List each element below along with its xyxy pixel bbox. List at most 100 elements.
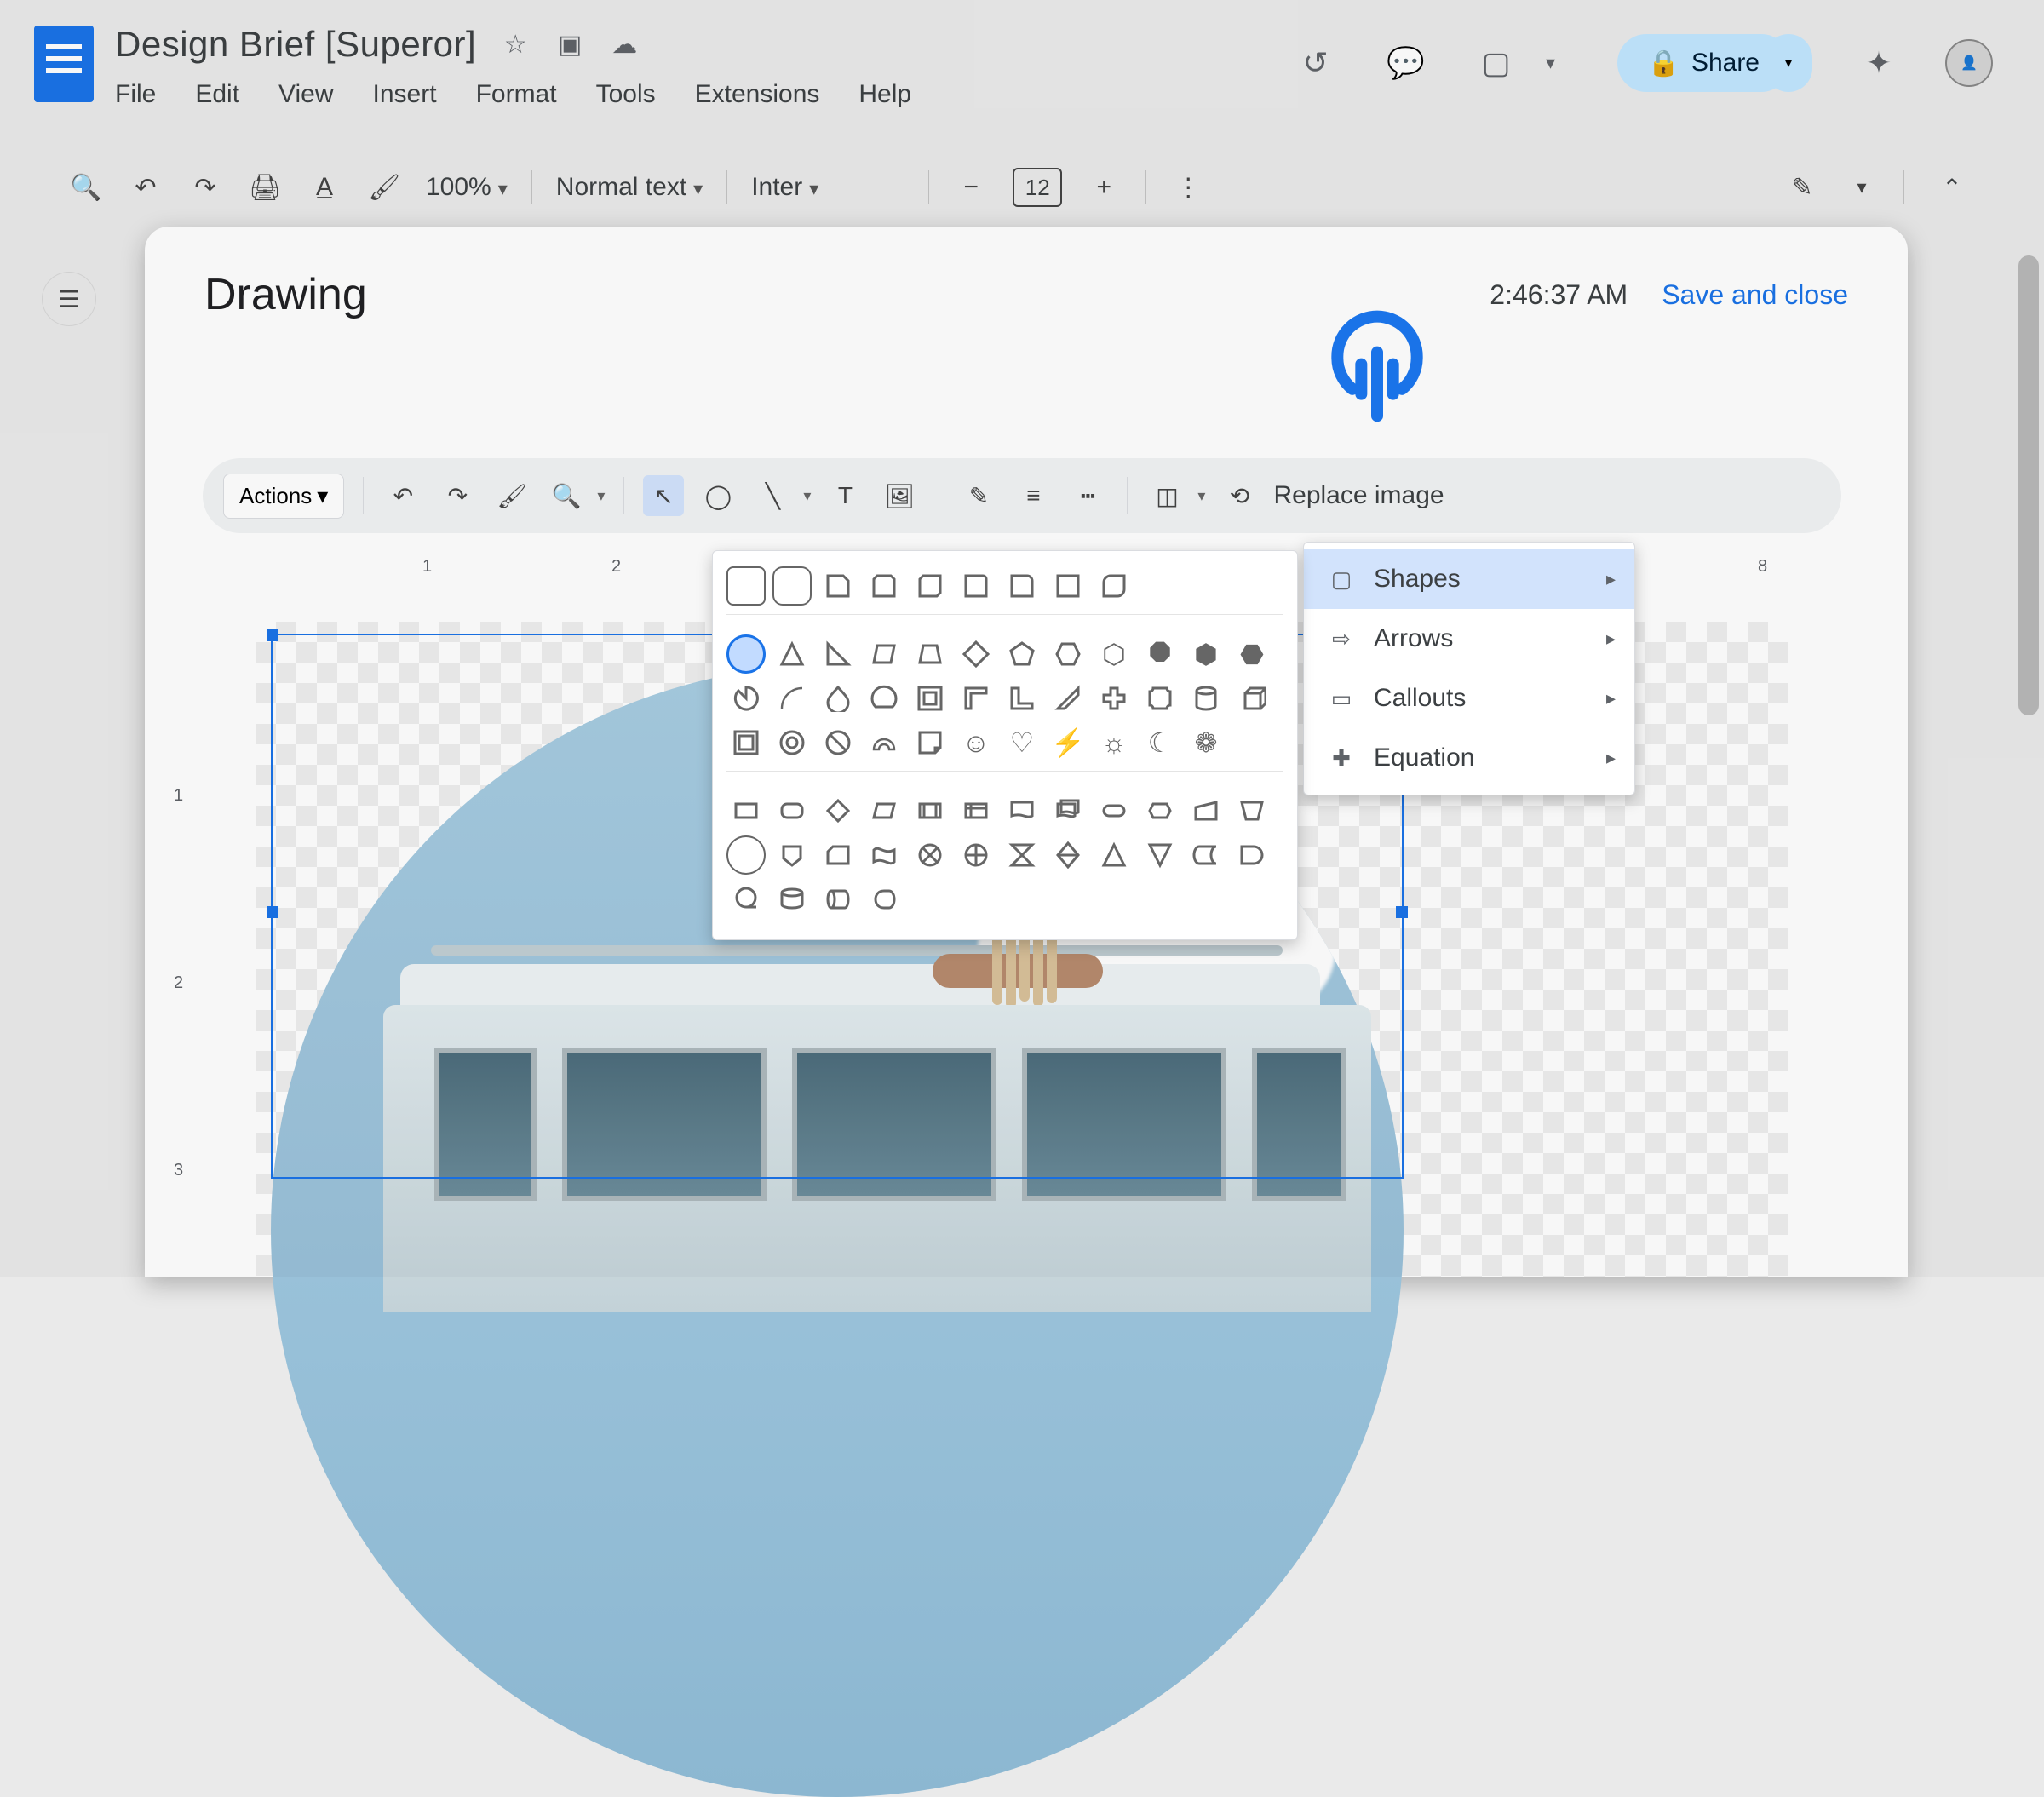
selection-handle[interactable] <box>267 906 278 918</box>
account-avatar[interactable]: 👤 <box>1945 39 1993 87</box>
shape-flow-stored[interactable] <box>1186 835 1226 875</box>
zoom-icon[interactable]: 🔍 <box>546 475 587 516</box>
shape-flow-collate[interactable] <box>1002 835 1042 875</box>
menu-help[interactable]: Help <box>858 80 911 109</box>
menu-extensions[interactable]: Extensions <box>695 80 820 109</box>
shape-half-frame[interactable] <box>956 679 996 718</box>
paragraph-style-select[interactable]: Normal text <box>556 173 703 202</box>
more-toolbar-icon[interactable]: ⋮ <box>1170 173 1206 203</box>
menu-file[interactable]: File <box>115 80 156 109</box>
shape-flow-extract[interactable] <box>1094 835 1134 875</box>
shape-snip-same[interactable] <box>864 566 904 606</box>
shape-decagon[interactable]: ⬢ <box>1186 634 1226 674</box>
shape-can[interactable] <box>1186 679 1226 718</box>
menu-item-shapes[interactable]: ▢ Shapes ▸ <box>1304 549 1634 609</box>
shape-flow-predef[interactable] <box>910 791 950 830</box>
shape-flow-manual-op[interactable] <box>1232 791 1272 830</box>
shape-flow-direct-access[interactable] <box>818 880 858 919</box>
shape-flow-data[interactable] <box>864 791 904 830</box>
docs-app-icon[interactable] <box>34 26 94 102</box>
search-icon[interactable]: 🔍 <box>68 173 104 203</box>
editing-mode-dropdown-icon[interactable]: ▾ <box>1844 176 1880 198</box>
crop-dropdown-icon[interactable]: ▾ <box>1197 487 1205 505</box>
shape-octagon[interactable]: ⯃ <box>1140 634 1180 674</box>
shape-flow-merge[interactable] <box>1140 835 1180 875</box>
shape-chord[interactable] <box>864 679 904 718</box>
shape-heart[interactable]: ♡ <box>1002 723 1042 762</box>
shape-rectangle[interactable] <box>726 566 766 606</box>
shape-round-diag[interactable] <box>1094 566 1134 606</box>
shape-flow-sort[interactable] <box>1048 835 1088 875</box>
reset-image-icon[interactable]: ⟲ <box>1219 475 1260 516</box>
shape-trapezoid[interactable] <box>910 634 950 674</box>
redo-icon[interactable]: ↷ <box>437 475 478 516</box>
editing-mode-icon[interactable]: ✎ <box>1784 173 1820 203</box>
menu-format[interactable]: Format <box>476 80 557 109</box>
shape-dodecagon[interactable]: ⬣ <box>1232 634 1272 674</box>
selection-handle[interactable] <box>1396 906 1408 918</box>
shape-tool-icon[interactable]: ◯ <box>698 475 738 516</box>
star-icon[interactable]: ☆ <box>500 29 531 60</box>
shape-diamond[interactable] <box>956 634 996 674</box>
undo-icon[interactable]: ↶ <box>128 173 164 203</box>
shape-cross[interactable] <box>1094 679 1134 718</box>
shape-diag-stripe[interactable] <box>1048 679 1088 718</box>
collapse-toolbar-icon[interactable]: ⌃ <box>1928 164 1976 211</box>
shape-flow-terminator[interactable] <box>1094 791 1134 830</box>
shape-flow-junction[interactable] <box>910 835 950 875</box>
comments-icon[interactable]: 💬 <box>1382 39 1430 87</box>
ruler-vertical[interactable]: 1 2 3 <box>169 594 206 1277</box>
border-weight-icon[interactable]: ≡ <box>1013 475 1054 516</box>
shape-frame[interactable] <box>910 679 950 718</box>
shape-flow-multidoc[interactable] <box>1048 791 1088 830</box>
meet-icon[interactable]: ▢ <box>1473 39 1520 87</box>
shape-cube[interactable] <box>1232 679 1272 718</box>
shape-flow-tape[interactable] <box>864 835 904 875</box>
shape-flow-manual-input[interactable] <box>1186 791 1226 830</box>
shape-pie[interactable] <box>726 679 766 718</box>
shape-flow-prep[interactable] <box>1140 791 1180 830</box>
shape-teardrop[interactable] <box>818 679 858 718</box>
shape-lightning[interactable]: ⚡ <box>1048 723 1088 762</box>
image-tool-icon[interactable]: 🖼 <box>879 475 920 516</box>
shape-flow-connector[interactable] <box>726 835 766 875</box>
gemini-star-icon[interactable]: ✦ <box>1855 39 1903 87</box>
shape-block-arc[interactable] <box>864 723 904 762</box>
shape-arc[interactable] <box>772 679 812 718</box>
menu-edit[interactable]: Edit <box>195 80 239 109</box>
font-size-input[interactable]: 12 <box>1013 168 1062 207</box>
shape-no-symbol[interactable] <box>818 723 858 762</box>
meet-dropdown-icon[interactable]: ▾ <box>1527 39 1575 87</box>
shape-snip-diag[interactable] <box>910 566 950 606</box>
shape-triangle[interactable] <box>772 634 812 674</box>
border-dash-icon[interactable]: ┅ <box>1067 475 1108 516</box>
shape-oval-selected[interactable] <box>726 634 766 674</box>
shape-snip-single[interactable] <box>818 566 858 606</box>
shape-flow-display[interactable] <box>864 880 904 919</box>
shape-flow-internal[interactable] <box>956 791 996 830</box>
line-dropdown-icon[interactable]: ▾ <box>803 487 811 505</box>
menu-item-equation[interactable]: ✚ Equation ▸ <box>1304 728 1634 788</box>
shape-parallelogram[interactable] <box>864 634 904 674</box>
menu-item-arrows[interactable]: ⇨ Arrows ▸ <box>1304 609 1634 669</box>
menu-item-callouts[interactable]: ▭ Callouts ▸ <box>1304 669 1634 728</box>
crop-icon[interactable]: ◫ <box>1146 475 1187 516</box>
shape-plaque[interactable] <box>1140 679 1180 718</box>
shape-flow-delay[interactable] <box>1232 835 1272 875</box>
history-icon[interactable]: ↺ <box>1292 39 1340 87</box>
shape-flow-alt[interactable] <box>772 791 812 830</box>
border-color-icon[interactable]: ✎ <box>958 475 999 516</box>
paint-format-icon[interactable]: 🖌 <box>366 173 402 203</box>
shape-bevel[interactable] <box>726 723 766 762</box>
spellcheck-icon[interactable]: A̲ <box>307 173 342 202</box>
outline-toggle-icon[interactable]: ☰ <box>43 273 95 325</box>
shape-pentagon[interactable] <box>1002 634 1042 674</box>
shape-round-same[interactable] <box>1048 566 1088 606</box>
redo-icon[interactable]: ↷ <box>187 173 223 203</box>
move-to-folder-icon[interactable]: ▣ <box>554 29 585 60</box>
shape-heptagon[interactable]: ⬡ <box>1094 634 1134 674</box>
undo-icon[interactable]: ↶ <box>382 475 423 516</box>
zoom-select[interactable]: 100% <box>426 173 508 202</box>
actions-menu-button[interactable]: Actions▾ <box>223 474 344 519</box>
menu-tools[interactable]: Tools <box>596 80 656 109</box>
